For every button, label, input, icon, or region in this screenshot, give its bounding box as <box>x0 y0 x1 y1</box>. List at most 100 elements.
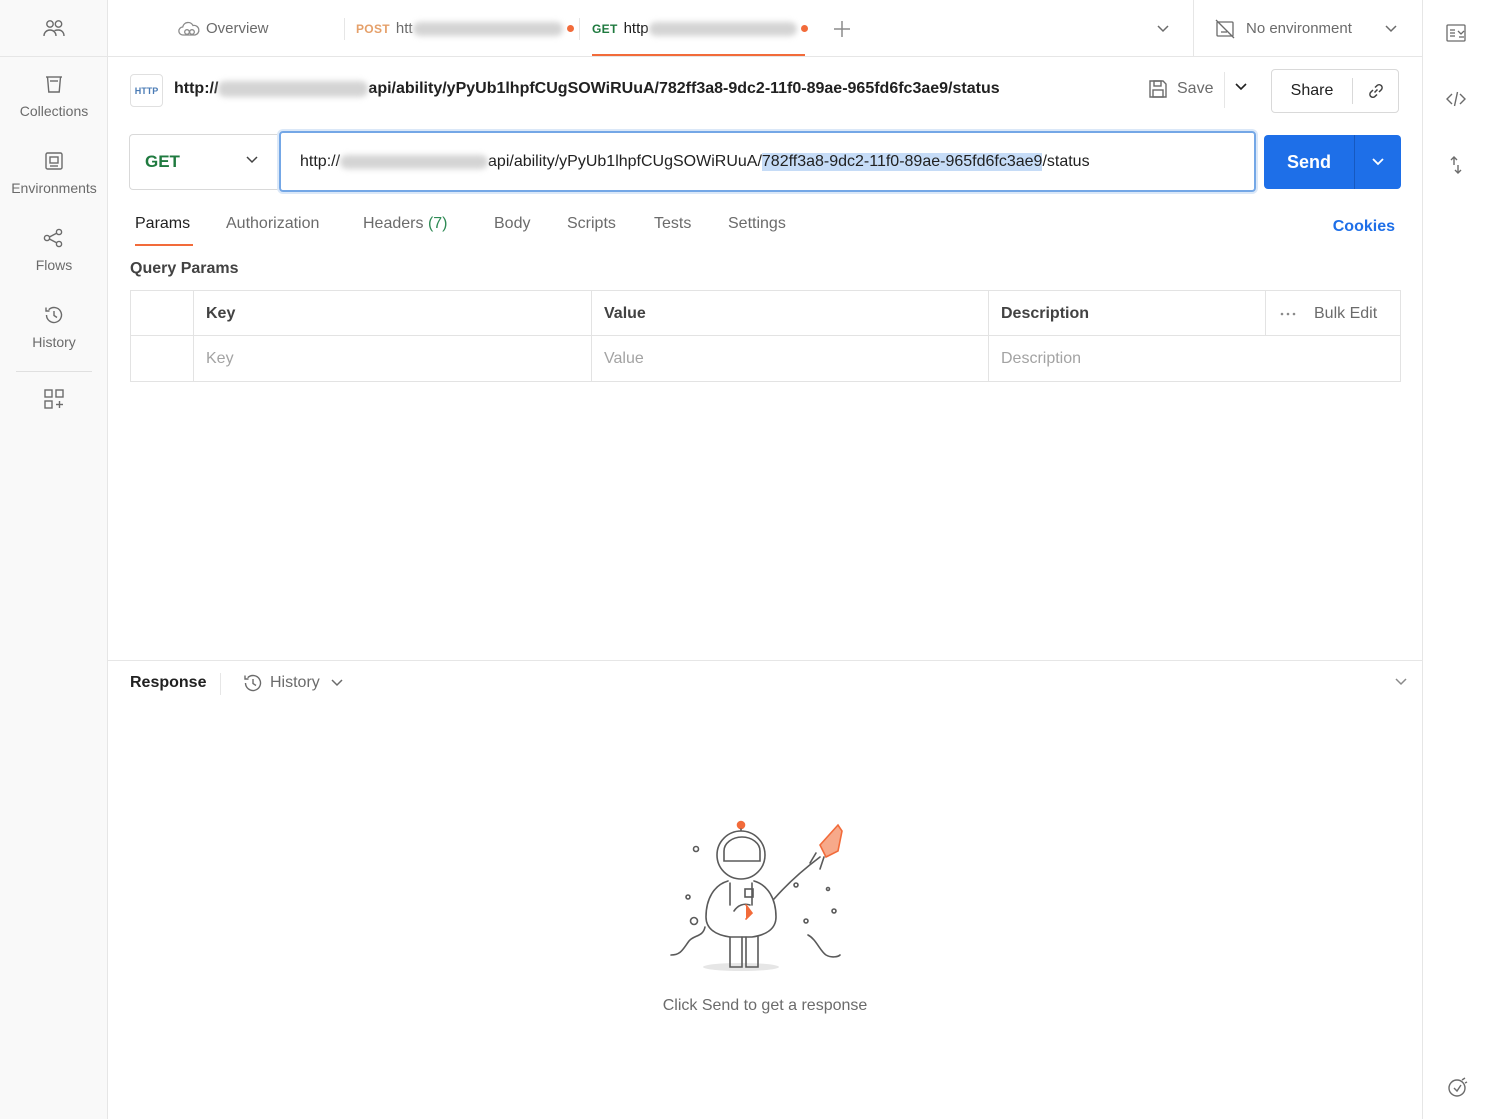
response-title: Response <box>130 674 207 691</box>
sidebar-item-collections[interactable]: Collections <box>0 57 108 134</box>
tab-headers[interactable]: Headers (7) <box>363 215 448 233</box>
sidebar-item-label: Environments <box>11 179 97 196</box>
team-icon <box>42 20 65 37</box>
tab-label: htt <box>395 20 413 37</box>
request-tabs: Params Authorization Headers (7) Body Sc… <box>130 212 1400 248</box>
chevron-down-icon <box>1157 24 1169 32</box>
chevron-down-icon <box>1385 24 1397 32</box>
send-options-button[interactable] <box>1355 157 1401 167</box>
tab-label: Overview <box>206 20 269 37</box>
copy-link-button[interactable] <box>1353 80 1398 102</box>
checkbox-column-header <box>131 291 193 336</box>
tab-bar: Overview POST htt GET http No environmen… <box>108 0 1422 57</box>
sidebar-item-label: Collections <box>19 102 89 119</box>
active-tab-indicator <box>135 244 193 246</box>
key-input[interactable]: Key <box>193 336 591 381</box>
column-header-description: Description <box>988 291 1265 336</box>
empty-response-message: Click Send to get a response <box>662 997 868 1014</box>
chevron-down-icon <box>1372 158 1384 166</box>
tab-params[interactable]: Params <box>135 215 190 233</box>
save-label: Save <box>1177 80 1214 97</box>
sidebar-item-history[interactable]: History <box>0 288 108 365</box>
plugin-icon <box>1448 1077 1468 1097</box>
astronaut-rocket-icon <box>670 820 843 971</box>
response-bar: Response History <box>108 660 1422 706</box>
redacted-text <box>648 21 797 36</box>
table-row: Key Value Description <box>131 336 1400 381</box>
bulk-edit-button[interactable]: Bulk Edit <box>1265 291 1400 336</box>
link-icon <box>1368 83 1383 99</box>
chevron-down-icon <box>1235 83 1247 91</box>
query-params-title: Query Params <box>130 260 239 277</box>
url-input[interactable]: http:// api/ability/yPyUb1lhpfCUgSOWiRUu… <box>279 131 1256 192</box>
http-request-icon: HTTP <box>130 74 163 107</box>
new-tab-button[interactable] <box>832 0 852 57</box>
tab-get-request[interactable]: GET http <box>592 0 808 57</box>
redacted-text <box>340 154 489 169</box>
description-input[interactable]: Description <box>988 336 1400 381</box>
chevron-down-icon <box>1395 678 1407 686</box>
url-path-end: /status <box>1042 152 1090 170</box>
tab-label: http <box>623 20 649 37</box>
no-environment-icon <box>1215 19 1235 38</box>
response-history-dropdown[interactable]: History <box>242 672 344 694</box>
method-label: GET <box>145 152 180 171</box>
apps-add-icon <box>43 389 64 409</box>
left-sidebar: Collections Environments Flows History <box>0 0 108 1119</box>
save-button[interactable]: Save <box>1147 78 1213 100</box>
share-button[interactable]: Share <box>1272 82 1352 100</box>
redacted-text <box>412 21 563 36</box>
tab-headers-label: Headers <box>363 215 424 232</box>
sidebar-item-add-apps[interactable] <box>0 388 107 410</box>
collapse-response-button[interactable] <box>1394 677 1408 687</box>
share-group: Share <box>1271 69 1399 113</box>
tab-settings[interactable]: Settings <box>728 215 786 233</box>
request-title[interactable]: http:// api/ability/yPyUb1lhpfCUgSOWiRUu… <box>174 80 1000 98</box>
url-scheme: http:// <box>300 152 341 170</box>
history-icon <box>45 306 63 323</box>
send-button-group: Send <box>1264 135 1401 189</box>
redacted-text <box>218 81 369 97</box>
tab-scripts[interactable]: Scripts <box>567 215 616 233</box>
tab-method-badge: GET <box>592 21 618 36</box>
more-dots-icon <box>1280 312 1296 315</box>
related-collections-button[interactable] <box>1445 154 1467 176</box>
sidebar-item-flows[interactable]: Flows <box>0 211 108 288</box>
tab-tests[interactable]: Tests <box>654 215 691 233</box>
help-button[interactable] <box>1445 1076 1469 1100</box>
tab-divider <box>579 18 580 40</box>
save-options-button[interactable] <box>1234 82 1248 92</box>
cookies-link[interactable]: Cookies <box>1333 218 1395 236</box>
headers-count: (7) <box>427 215 448 232</box>
send-button[interactable]: Send <box>1264 152 1354 173</box>
history-icon <box>244 674 262 692</box>
tab-overview[interactable]: Overview <box>178 0 269 57</box>
sidebar-item-environments[interactable]: Environments <box>0 134 108 211</box>
chevron-down-icon <box>331 679 343 687</box>
tab-post-request[interactable]: POST htt <box>356 0 574 57</box>
environments-icon <box>45 151 63 170</box>
tabs-dropdown-button[interactable] <box>1156 0 1170 57</box>
documentation-button[interactable] <box>1445 22 1467 44</box>
method-selector[interactable]: GET <box>129 134 279 190</box>
tab-authorization[interactable]: Authorization <box>226 215 319 233</box>
query-params-table: Key Value Description Bulk Edit Key Valu… <box>130 290 1401 382</box>
response-divider <box>220 673 221 695</box>
collections-icon <box>46 75 62 93</box>
workspace-button[interactable] <box>0 0 107 57</box>
arrows-icon <box>1450 156 1462 174</box>
row-checkbox-cell <box>131 336 193 381</box>
flows-icon <box>43 228 63 247</box>
save-divider <box>1224 72 1225 108</box>
astronaut-illustration <box>668 815 864 975</box>
save-icon <box>1149 80 1167 98</box>
chevron-down-icon <box>246 156 258 164</box>
request-title-path: api/ability/yPyUb1lhpfCUgSOWiRUuA/782ff3… <box>368 80 1000 97</box>
code-snippet-button[interactable] <box>1445 88 1467 110</box>
value-input[interactable]: Value <box>591 336 988 381</box>
tab-body[interactable]: Body <box>494 215 530 233</box>
sidebar-divider <box>15 371 92 372</box>
environment-selector[interactable]: No environment <box>1193 0 1422 57</box>
plus-icon <box>834 20 850 37</box>
url-path: api/ability/yPyUb1lhpfCUgSOWiRUuA/ <box>488 152 762 170</box>
